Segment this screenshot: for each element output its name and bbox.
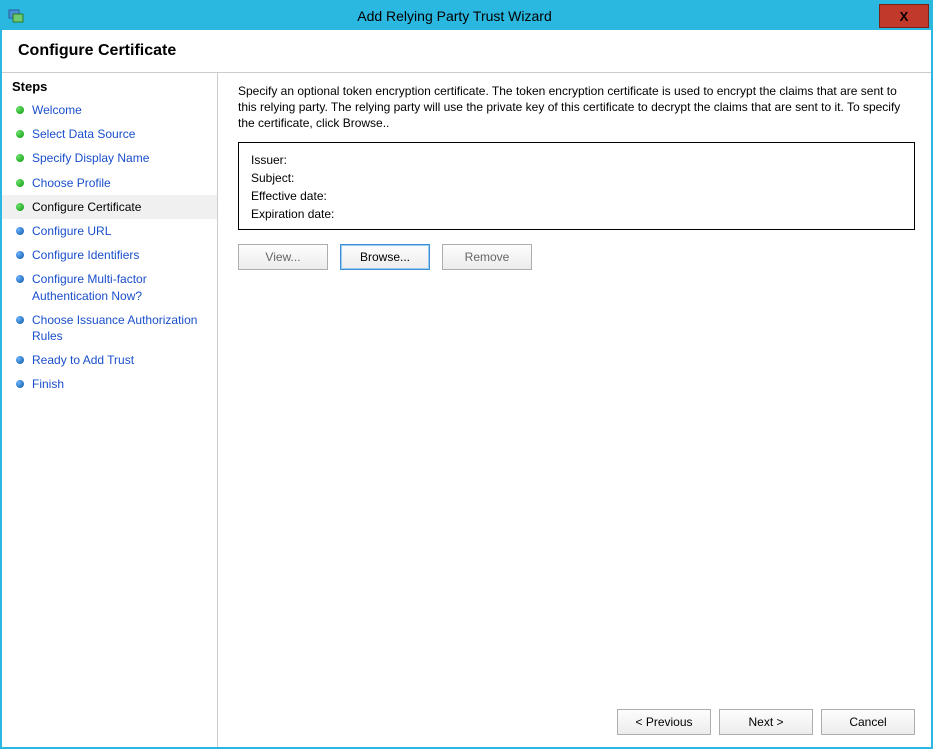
bullet-icon xyxy=(16,130,24,138)
step-label: Configure Identifiers xyxy=(32,247,139,263)
close-button[interactable]: X xyxy=(879,4,929,28)
bullet-icon xyxy=(16,227,24,235)
wizard-body: Steps Welcome Select Data Source Specify… xyxy=(2,72,931,747)
remove-button: Remove xyxy=(442,244,532,270)
steps-heading: Steps xyxy=(2,79,217,98)
bullet-icon xyxy=(16,179,24,187)
step-label: Choose Issuance Authorization Rules xyxy=(32,312,207,344)
bullet-icon xyxy=(16,203,24,211)
wizard-window: Add Relying Party Trust Wizard X Configu… xyxy=(0,0,933,749)
step-configure-certificate[interactable]: Configure Certificate xyxy=(2,195,217,219)
cert-expiration-label: Expiration date: xyxy=(251,205,902,223)
description-text: Specify an optional token encryption cer… xyxy=(238,83,915,132)
step-welcome[interactable]: Welcome xyxy=(2,98,217,122)
main-panel: Specify an optional token encryption cer… xyxy=(218,73,931,747)
cert-subject-label: Subject: xyxy=(251,169,902,187)
certificate-details-box: Issuer: Subject: Effective date: Expirat… xyxy=(238,142,915,230)
step-configure-mfa[interactable]: Configure Multi-factor Authentication No… xyxy=(2,267,217,307)
cert-issuer-label: Issuer: xyxy=(251,151,902,169)
step-label: Select Data Source xyxy=(32,126,135,142)
step-configure-identifiers[interactable]: Configure Identifiers xyxy=(2,243,217,267)
step-ready-to-add-trust[interactable]: Ready to Add Trust xyxy=(2,348,217,372)
bullet-icon xyxy=(16,316,24,324)
step-label: Welcome xyxy=(32,102,82,118)
bullet-icon xyxy=(16,380,24,388)
step-label: Finish xyxy=(32,376,64,392)
next-button[interactable]: Next > xyxy=(719,709,813,735)
spacer xyxy=(238,270,915,699)
page-title: Configure Certificate xyxy=(18,42,915,60)
bullet-icon xyxy=(16,275,24,283)
titlebar: Add Relying Party Trust Wizard X xyxy=(2,2,931,30)
step-choose-profile[interactable]: Choose Profile xyxy=(2,171,217,195)
browse-button[interactable]: Browse... xyxy=(340,244,430,270)
certificate-button-row: View... Browse... Remove xyxy=(238,244,915,270)
step-label: Configure URL xyxy=(32,223,111,239)
steps-sidebar: Steps Welcome Select Data Source Specify… xyxy=(2,73,218,747)
step-label: Ready to Add Trust xyxy=(32,352,134,368)
titlebar-text: Add Relying Party Trust Wizard xyxy=(30,8,879,24)
step-configure-url[interactable]: Configure URL xyxy=(2,219,217,243)
step-label: Configure Multi-factor Authentication No… xyxy=(32,271,207,303)
step-select-data-source[interactable]: Select Data Source xyxy=(2,122,217,146)
bullet-icon xyxy=(16,106,24,114)
bullet-icon xyxy=(16,356,24,364)
bullet-icon xyxy=(16,154,24,162)
step-specify-display-name[interactable]: Specify Display Name xyxy=(2,146,217,170)
wizard-footer: < Previous Next > Cancel xyxy=(238,699,915,735)
cert-effective-label: Effective date: xyxy=(251,187,902,205)
view-button: View... xyxy=(238,244,328,270)
step-choose-issuance-authorization[interactable]: Choose Issuance Authorization Rules xyxy=(2,308,217,348)
page-header: Configure Certificate xyxy=(2,30,931,72)
step-label: Choose Profile xyxy=(32,175,111,191)
cancel-button[interactable]: Cancel xyxy=(821,709,915,735)
step-label: Configure Certificate xyxy=(32,199,141,215)
step-label: Specify Display Name xyxy=(32,150,149,166)
bullet-icon xyxy=(16,251,24,259)
step-finish[interactable]: Finish xyxy=(2,372,217,396)
previous-button[interactable]: < Previous xyxy=(617,709,711,735)
app-icon xyxy=(8,8,24,24)
